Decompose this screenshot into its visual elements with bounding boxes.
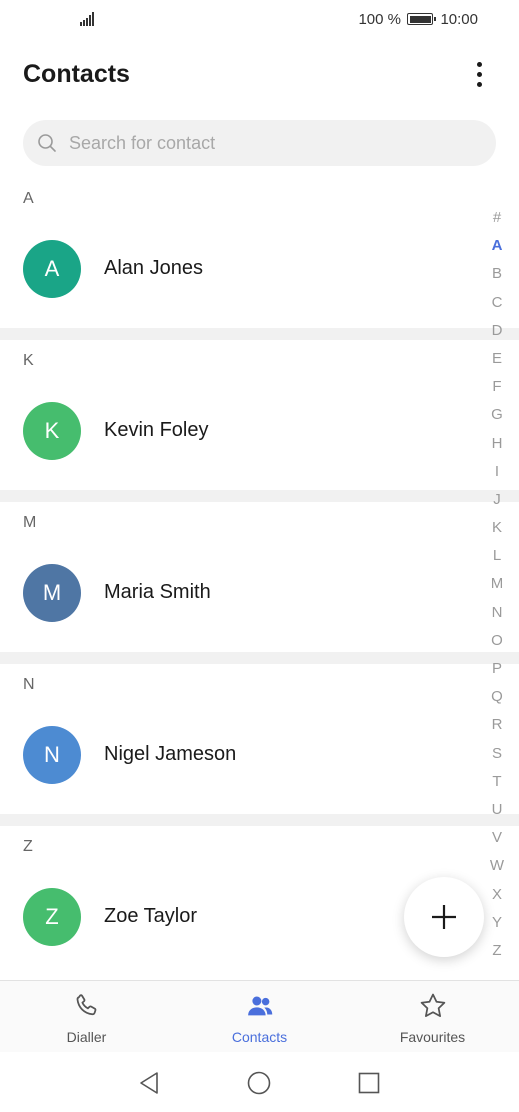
index-letter-n[interactable]: N xyxy=(485,599,509,627)
index-letter-d[interactable]: D xyxy=(485,317,509,345)
more-options-icon[interactable] xyxy=(462,56,496,92)
contact-name: Maria Smith xyxy=(104,581,211,603)
home-icon[interactable] xyxy=(247,1071,271,1095)
tab-dialler[interactable]: Dialler xyxy=(0,981,173,1053)
index-letter-e[interactable]: E xyxy=(485,345,509,373)
section-letter: K xyxy=(23,352,34,369)
index-letter-w[interactable]: W xyxy=(485,852,509,880)
section-letter: M xyxy=(23,514,37,531)
contact-name: Nigel Jameson xyxy=(104,743,237,765)
contact-section-n: N N Nigel Jameson xyxy=(0,664,519,814)
contact-section-a: A A Alan Jones xyxy=(0,178,519,328)
search-input[interactable]: Search for contact xyxy=(23,120,496,166)
contact-name: Kevin Foley xyxy=(104,419,209,441)
avatar: K xyxy=(23,402,81,460)
section-divider xyxy=(0,652,519,664)
signal-icon xyxy=(80,12,96,26)
tab-favourites[interactable]: Favourites xyxy=(346,981,519,1053)
contact-name: Alan Jones xyxy=(104,257,203,279)
clock: 10:00 xyxy=(440,11,478,28)
avatar: N xyxy=(23,726,81,784)
contact-list: A A Alan Jones K K Kevin Foley M M Maria… xyxy=(0,178,519,976)
tab-label: Dialler xyxy=(66,1029,107,1045)
contact-row-maria-smith[interactable]: M Maria Smith xyxy=(0,556,480,632)
index-letter-c[interactable]: C xyxy=(485,289,509,317)
index-letter-o[interactable]: O xyxy=(485,627,509,655)
index-letter-l[interactable]: L xyxy=(485,542,509,570)
section-divider xyxy=(0,814,519,826)
bottom-nav: Dialler Contacts Favourites xyxy=(0,980,519,1053)
index-letter-q[interactable]: Q xyxy=(485,683,509,711)
phone-icon xyxy=(76,994,97,1016)
index-letter-g[interactable]: G xyxy=(485,401,509,429)
index-letter-hash[interactable]: # xyxy=(485,204,509,232)
contacts-icon xyxy=(248,996,273,1016)
alphabet-index[interactable]: # A B C D E F G H I J K L M N O P Q R S … xyxy=(485,204,509,965)
avatar: Z xyxy=(23,888,81,946)
add-contact-button[interactable] xyxy=(404,877,484,957)
status-bar: 100 % 10:00 xyxy=(0,0,519,40)
contact-name: Zoe Taylor xyxy=(104,905,198,927)
section-letter: Z xyxy=(23,838,33,855)
index-letter-i[interactable]: I xyxy=(485,458,509,486)
section-divider xyxy=(0,490,519,502)
battery-percentage: 100 % xyxy=(358,11,401,28)
page-title: Contacts xyxy=(23,60,130,88)
index-letter-t[interactable]: T xyxy=(485,768,509,796)
contact-row-kevin-foley[interactable]: K Kevin Foley xyxy=(0,394,480,470)
index-letter-u[interactable]: U xyxy=(485,796,509,824)
back-icon[interactable] xyxy=(137,1070,161,1096)
section-letter: A xyxy=(23,190,34,207)
search-placeholder: Search for contact xyxy=(69,133,216,153)
index-letter-m[interactable]: M xyxy=(485,570,509,598)
index-letter-p[interactable]: P xyxy=(485,655,509,683)
index-letter-j[interactable]: J xyxy=(485,486,509,514)
tab-label: Contacts xyxy=(231,1029,288,1045)
battery-icon xyxy=(407,13,436,25)
contact-section-k: K K Kevin Foley xyxy=(0,340,519,490)
index-letter-y[interactable]: Y xyxy=(485,909,509,937)
index-letter-z[interactable]: Z xyxy=(485,937,509,965)
section-letter: N xyxy=(23,676,35,693)
avatar: A xyxy=(23,240,81,298)
star-icon xyxy=(420,993,446,1017)
contact-row-nigel-jameson[interactable]: N Nigel Jameson xyxy=(0,718,480,794)
contact-row-alan-jones[interactable]: A Alan Jones xyxy=(0,232,480,308)
index-letter-v[interactable]: V xyxy=(485,824,509,852)
search-icon xyxy=(38,134,56,152)
tab-label: Favourites xyxy=(399,1029,466,1045)
index-letter-b[interactable]: B xyxy=(485,260,509,288)
index-letter-h[interactable]: H xyxy=(485,430,509,458)
recents-icon[interactable] xyxy=(358,1072,380,1094)
avatar: M xyxy=(23,564,81,622)
index-letter-a[interactable]: A xyxy=(485,232,509,260)
index-letter-f[interactable]: F xyxy=(485,373,509,401)
index-letter-s[interactable]: S xyxy=(485,740,509,768)
section-divider xyxy=(0,328,519,340)
index-letter-x[interactable]: X xyxy=(485,881,509,909)
add-icon xyxy=(432,905,456,929)
tab-contacts[interactable]: Contacts xyxy=(173,981,346,1053)
contact-section-m: M M Maria Smith xyxy=(0,502,519,652)
index-letter-r[interactable]: R xyxy=(485,711,509,739)
index-letter-k[interactable]: K xyxy=(485,514,509,542)
system-navigation-bar xyxy=(0,1052,519,1112)
